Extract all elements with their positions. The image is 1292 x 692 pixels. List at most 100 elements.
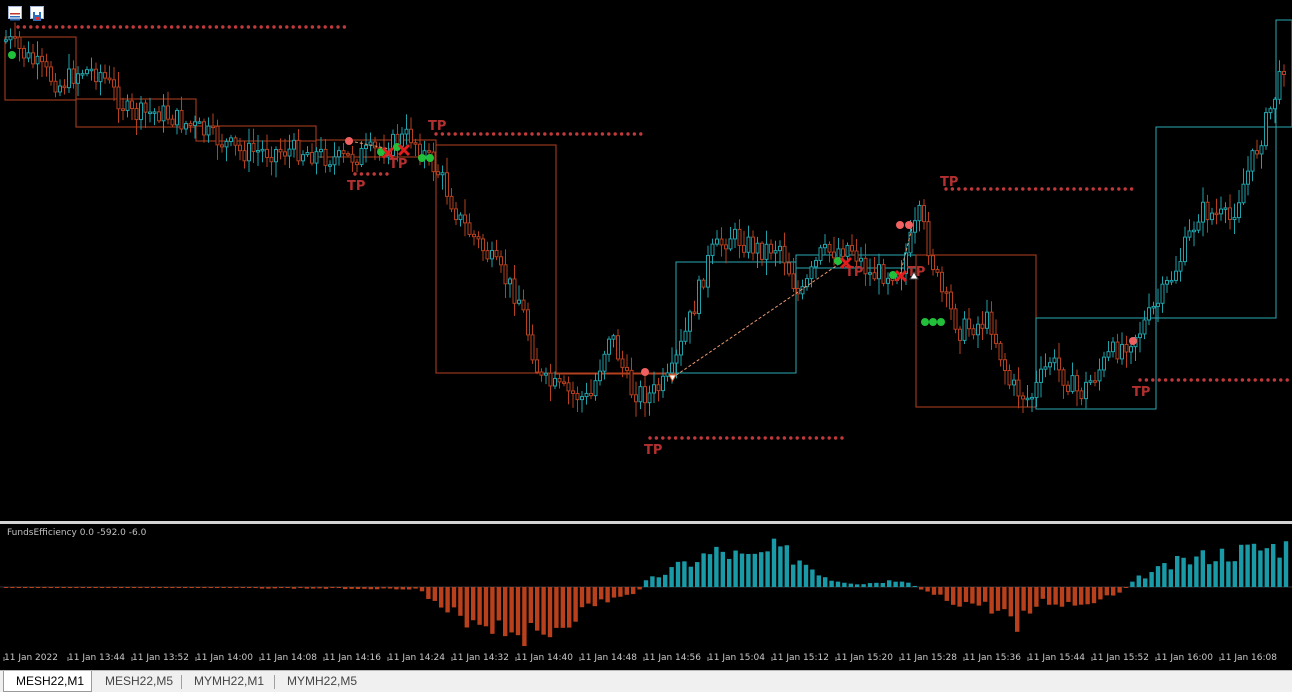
- indicator-pane[interactable]: [0, 524, 1292, 648]
- candle-body: [211, 125, 215, 129]
- histogram-bar: [1213, 561, 1218, 587]
- trade-list-icon[interactable]: [8, 6, 22, 21]
- candle-body: [301, 154, 305, 162]
- time-tick-label: 11 Jan 15:20: [836, 653, 893, 663]
- histogram-bar: [55, 587, 60, 588]
- histogram-bar: [944, 587, 949, 601]
- candle-body: [589, 392, 593, 397]
- candle-body: [1021, 395, 1025, 400]
- time-tick-label: 11 Jan 15:12: [772, 653, 829, 663]
- candle-body: [953, 308, 958, 330]
- candle-body: [94, 68, 98, 83]
- histogram-bar: [618, 587, 623, 597]
- histogram-bars: [3, 538, 1289, 647]
- candle-body: [445, 172, 449, 197]
- tp-dot: [699, 436, 703, 440]
- candle-body: [436, 171, 440, 176]
- buy-entry-marker: [418, 154, 426, 162]
- tp-dot: [201, 25, 206, 29]
- candle-body: [607, 338, 611, 355]
- histogram-bar: [407, 587, 412, 590]
- histogram-bar: [1232, 561, 1237, 587]
- candle-body: [710, 243, 715, 256]
- price-chart-canvas[interactable]: TPTPTPTPTPTPTP TP: [0, 0, 1292, 521]
- tp-dot: [93, 25, 97, 29]
- histogram-bar: [176, 587, 181, 588]
- tab-mesh22-m1[interactable]: MESH22,M1: [3, 671, 92, 692]
- price-chart[interactable]: TP TP TP TP TP TP TP TP: [0, 0, 1292, 521]
- candle-body: [310, 151, 314, 164]
- candle-body: [553, 377, 557, 387]
- candle-body: [67, 68, 71, 89]
- tp-dot: [1117, 187, 1121, 191]
- candle-body: [292, 139, 296, 150]
- candle-body: [481, 238, 485, 252]
- candle-body: [742, 244, 746, 253]
- candle-body: [265, 148, 269, 158]
- candle-body: [1169, 279, 1174, 283]
- histogram-bar: [330, 587, 335, 588]
- tp-dot: [1091, 187, 1095, 191]
- histogram-bar: [771, 538, 777, 587]
- candle-body: [278, 148, 283, 153]
- histogram-bar: [74, 587, 79, 588]
- histogram-bar: [637, 587, 642, 590]
- tp-dot: [1027, 187, 1031, 191]
- chart-save-icon[interactable]: [30, 6, 44, 21]
- candle-body: [1268, 108, 1273, 114]
- tp-dot: [1008, 187, 1012, 191]
- tp-dot: [587, 132, 592, 136]
- candle-body: [1282, 71, 1286, 76]
- candle-body: [1187, 230, 1192, 238]
- candle-body: [913, 220, 917, 233]
- histogram-bar: [899, 581, 905, 587]
- trade-connector: [671, 261, 843, 379]
- candle-body: [814, 259, 818, 268]
- candle-body: [1232, 217, 1237, 221]
- tp-dot: [1053, 187, 1057, 191]
- candle-body: [787, 262, 791, 275]
- candle-body: [454, 208, 458, 221]
- candle-body: [134, 108, 139, 121]
- tp-dot: [504, 132, 509, 136]
- tp-dot: [744, 436, 748, 440]
- tab-mymh22-m5[interactable]: MYMH22,M5: [275, 671, 367, 692]
- histogram-bar: [739, 553, 745, 587]
- candle-body: [751, 236, 755, 254]
- candle-body: [625, 366, 629, 371]
- tp-dot: [29, 25, 33, 29]
- tp-dot: [530, 132, 534, 136]
- candle-body: [76, 73, 80, 84]
- candle-body: [566, 382, 571, 392]
- histogram-bar: [87, 587, 92, 588]
- candle-body: [152, 111, 157, 114]
- histogram-bar: [1271, 544, 1276, 587]
- histogram-bar: [1117, 587, 1122, 593]
- candle-body: [98, 72, 103, 83]
- tp-dot: [718, 436, 723, 440]
- candle-body: [121, 108, 125, 111]
- histogram-bar: [522, 587, 527, 647]
- tp-dot: [667, 436, 671, 440]
- histogram-bar: [1187, 564, 1193, 587]
- tab-mesh22-m5[interactable]: MESH22,M5: [93, 671, 179, 692]
- tp-dot: [22, 25, 27, 29]
- histogram-bar: [1091, 587, 1097, 604]
- tp-dot: [227, 25, 231, 29]
- candle-body: [1075, 375, 1079, 392]
- histogram-bar: [951, 587, 956, 605]
- sell-entry-marker: [1129, 337, 1137, 345]
- candle-body: [139, 102, 143, 121]
- candle-body: [170, 118, 175, 126]
- candle-body: [463, 214, 467, 224]
- candle-body: [571, 390, 575, 394]
- tp-dot: [291, 25, 295, 29]
- histogram-bar: [266, 587, 271, 589]
- tab-mymh22-m1[interactable]: MYMH22,M1: [182, 671, 272, 692]
- candle-body: [683, 330, 688, 342]
- candle-body: [1178, 261, 1183, 272]
- candle-body: [778, 245, 782, 252]
- histogram-bar: [797, 560, 802, 587]
- time-tick-label: 11 Jan 14:48: [580, 653, 637, 663]
- candle-body: [782, 245, 787, 264]
